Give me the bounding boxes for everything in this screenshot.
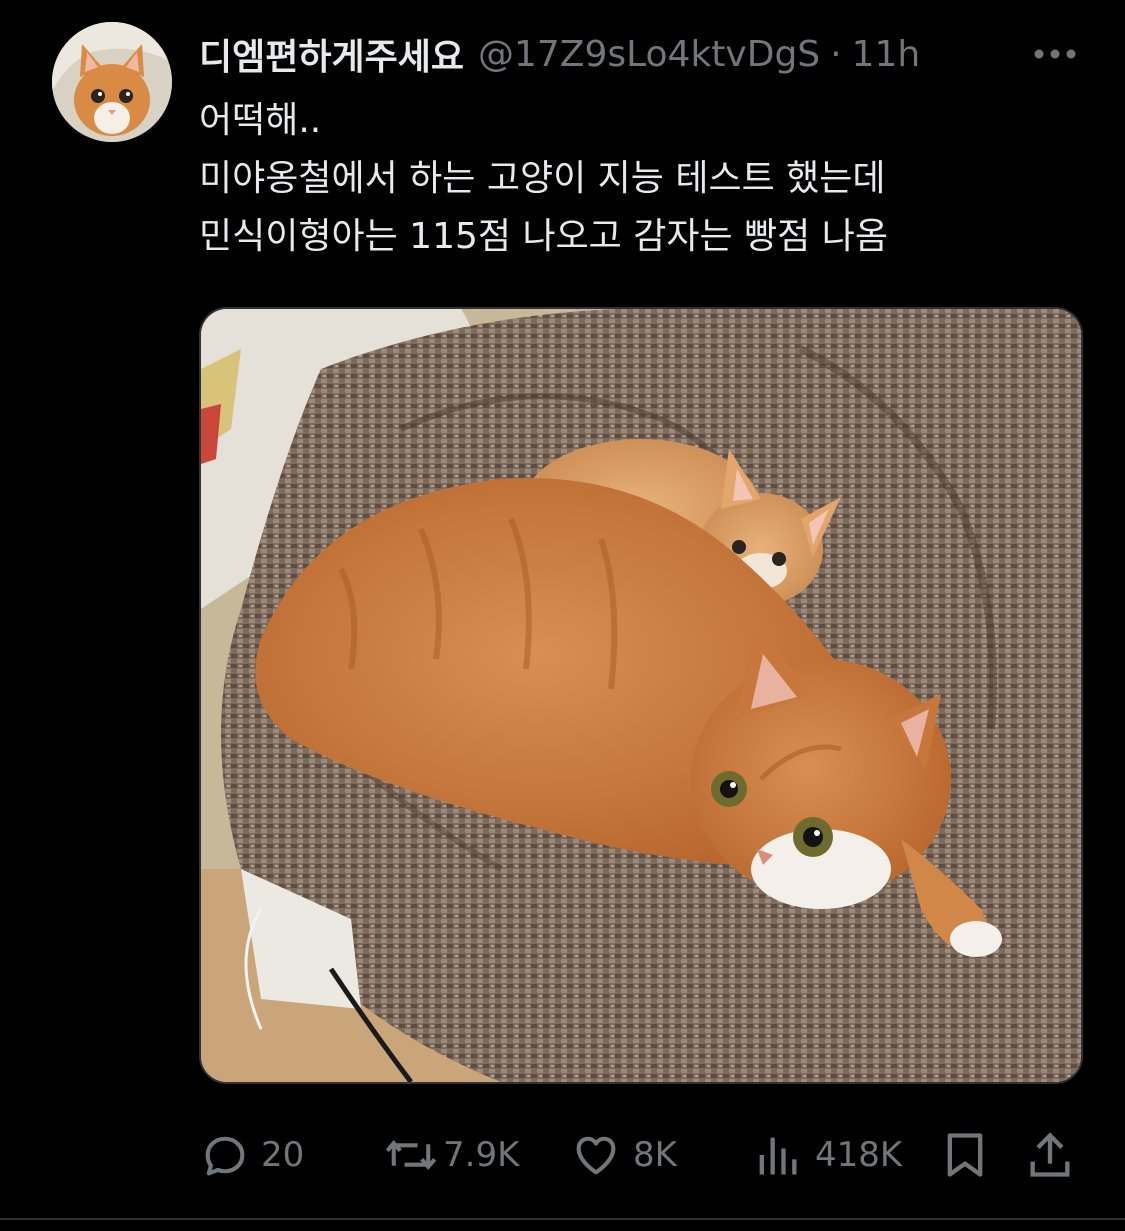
action-bar: 20 7.9K 8K 418K xyxy=(199,1120,1083,1190)
more-dots-icon[interactable] xyxy=(1030,36,1080,72)
retweet-icon xyxy=(383,1129,439,1181)
share-button[interactable] xyxy=(1025,1120,1075,1190)
avatar-kitten-image xyxy=(52,22,172,142)
tweet-photo[interactable] xyxy=(199,307,1083,1084)
tweet-divider xyxy=(0,1218,1125,1220)
user-handle[interactable]: @17Z9sLo4ktvDgS xyxy=(478,34,820,75)
view-count: 418K xyxy=(815,1135,903,1175)
bookmark-icon xyxy=(941,1129,989,1181)
heart-icon xyxy=(569,1129,623,1181)
like-count: 8K xyxy=(633,1135,677,1175)
views-button[interactable]: 418K xyxy=(755,1120,902,1190)
views-bar-chart-icon xyxy=(755,1129,799,1181)
tweet-header: 디엠편하게주세요 @17Z9sLo4ktvDgS · 11h xyxy=(199,26,920,82)
reply-bubble-icon xyxy=(199,1129,251,1181)
share-upload-icon xyxy=(1025,1129,1075,1181)
tweet-text: 어떡해.. 미야옹철에서 하는 고양이 지능 테스트 했는데 민식이형아는 11… xyxy=(199,92,1079,266)
tweet-card[interactable]: 디엠편하게주세요 @17Z9sLo4ktvDgS · 11h 어떡해.. 미야옹… xyxy=(0,0,1125,1231)
bookmark-button[interactable] xyxy=(941,1120,989,1190)
cats-photo-image xyxy=(201,309,1081,1082)
like-button[interactable]: 8K xyxy=(569,1120,677,1190)
avatar[interactable] xyxy=(52,22,172,142)
reply-count: 20 xyxy=(261,1135,305,1175)
tweet-text-line: 어떡해.. xyxy=(199,100,322,141)
tweet-text-line: 미야옹철에서 하는 고양이 지능 테스트 했는데 xyxy=(199,158,886,199)
tweet-text-line: 민식이형아는 115점 나오고 감자는 빵점 나옴 xyxy=(199,216,888,257)
display-name[interactable]: 디엠편하게주세요 xyxy=(199,28,464,80)
separator-dot: · xyxy=(830,33,842,75)
retweet-count: 7.9K xyxy=(443,1135,520,1175)
retweet-button[interactable]: 7.9K xyxy=(383,1120,519,1190)
timestamp[interactable]: 11h xyxy=(852,34,921,75)
reply-button[interactable]: 20 xyxy=(199,1120,304,1190)
